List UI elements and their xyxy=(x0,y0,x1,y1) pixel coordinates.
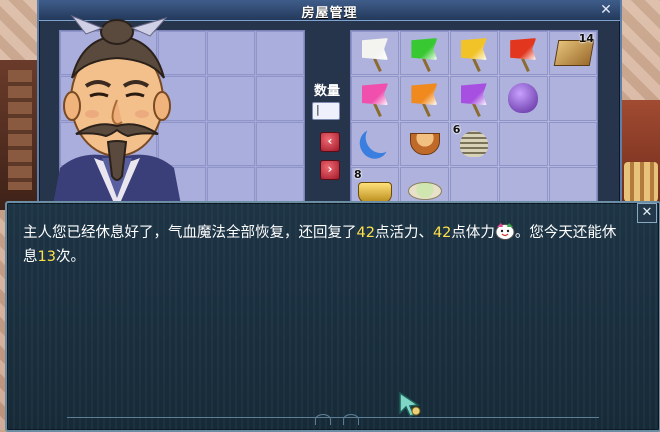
inventory-slot[interactable] xyxy=(351,31,400,76)
storage-slot[interactable] xyxy=(256,76,304,121)
food-bowl-icon xyxy=(410,132,441,155)
storage-slot[interactable] xyxy=(207,121,255,166)
dialog-footer-ornament xyxy=(67,409,599,418)
dialog-text-segment: 主人您已经休息好了，气血魔法全部恢复，还回复了 xyxy=(23,225,357,241)
flag-pole xyxy=(471,58,481,72)
inventory-slot[interactable] xyxy=(351,76,400,121)
conch-shell-icon xyxy=(459,130,488,157)
move-right-button[interactable]: › xyxy=(320,160,340,180)
ornament-swirl xyxy=(315,414,331,425)
flag-pole xyxy=(373,103,382,118)
storage-slot[interactable] xyxy=(207,31,255,76)
npc-butler-portrait xyxy=(52,14,182,210)
inventory-slot[interactable]: 14 xyxy=(548,31,597,76)
flag-pole xyxy=(373,58,382,72)
inventory-slot-empty[interactable] xyxy=(499,121,548,166)
flag-purple-icon xyxy=(460,83,487,106)
inventory-grid: 14 6 8 xyxy=(350,30,598,212)
dialog-text-segment: 次。 xyxy=(55,249,85,265)
inventory-slot-empty[interactable] xyxy=(548,76,597,121)
inventory-slot[interactable] xyxy=(400,31,449,76)
inventory-slot[interactable] xyxy=(499,31,548,76)
inventory-slot[interactable] xyxy=(400,121,449,166)
quantity-input[interactable]: | xyxy=(312,102,340,120)
background-furniture xyxy=(620,100,660,210)
flag-green-icon xyxy=(411,38,438,60)
inventory-slot[interactable] xyxy=(400,76,449,121)
rest-times-remaining: 13 xyxy=(37,249,56,265)
inventory-slot[interactable] xyxy=(351,121,400,166)
dialog-text-segment: 点体力 xyxy=(451,225,495,241)
move-left-button[interactable]: ‹ xyxy=(320,132,340,152)
inventory-slot[interactable] xyxy=(449,31,499,76)
inventory-slot-empty[interactable] xyxy=(548,121,597,166)
purple-pouch-icon xyxy=(508,83,539,114)
storage-slot[interactable] xyxy=(256,31,304,76)
vitality-amount: 42 xyxy=(356,225,375,241)
flag-pole xyxy=(422,58,432,72)
flag-pole xyxy=(471,103,481,118)
dish-icon xyxy=(408,181,443,200)
item-stack-count: 14 xyxy=(578,32,594,45)
dialog-text-segment: 点活力、 xyxy=(374,225,433,241)
flag-pole xyxy=(521,58,531,72)
dialog-message: 主人您已经休息好了，气血魔法全部恢复，还回复了42点活力、42点体力 。您今天还能… xyxy=(23,221,623,269)
flag-pole xyxy=(422,103,432,118)
quantity-label: 数量 xyxy=(314,84,341,99)
storage-slot[interactable] xyxy=(207,76,255,121)
item-stack-count: 6 xyxy=(452,122,461,136)
storage-slot[interactable] xyxy=(256,121,304,166)
panel-close-button[interactable]: ✕ xyxy=(598,2,614,18)
background-doorway xyxy=(0,60,40,210)
game-cursor-icon xyxy=(399,391,421,417)
smiling-face-emote-icon xyxy=(495,223,515,240)
npc-dialog-box[interactable]: ✕ 主人您已经休息好了，气血魔法全部恢复，还回复了42点活力、42点体力 。您今天… xyxy=(5,201,660,432)
flag-white-icon xyxy=(362,38,388,60)
item-stack-count: 8 xyxy=(354,167,362,181)
blue-crescent-icon xyxy=(354,124,393,164)
flag-yellow-icon xyxy=(460,38,487,60)
flag-pink-icon xyxy=(362,83,388,106)
ornament-swirl xyxy=(343,414,359,425)
inventory-slot[interactable]: 6 xyxy=(449,121,499,166)
flag-orange-icon xyxy=(411,83,438,106)
flag-red-icon xyxy=(510,38,537,60)
inventory-slot[interactable] xyxy=(449,76,499,121)
stamina-amount: 42 xyxy=(432,225,452,241)
inventory-slot[interactable] xyxy=(499,76,548,121)
dialog-close-button[interactable]: ✕ xyxy=(637,203,657,223)
